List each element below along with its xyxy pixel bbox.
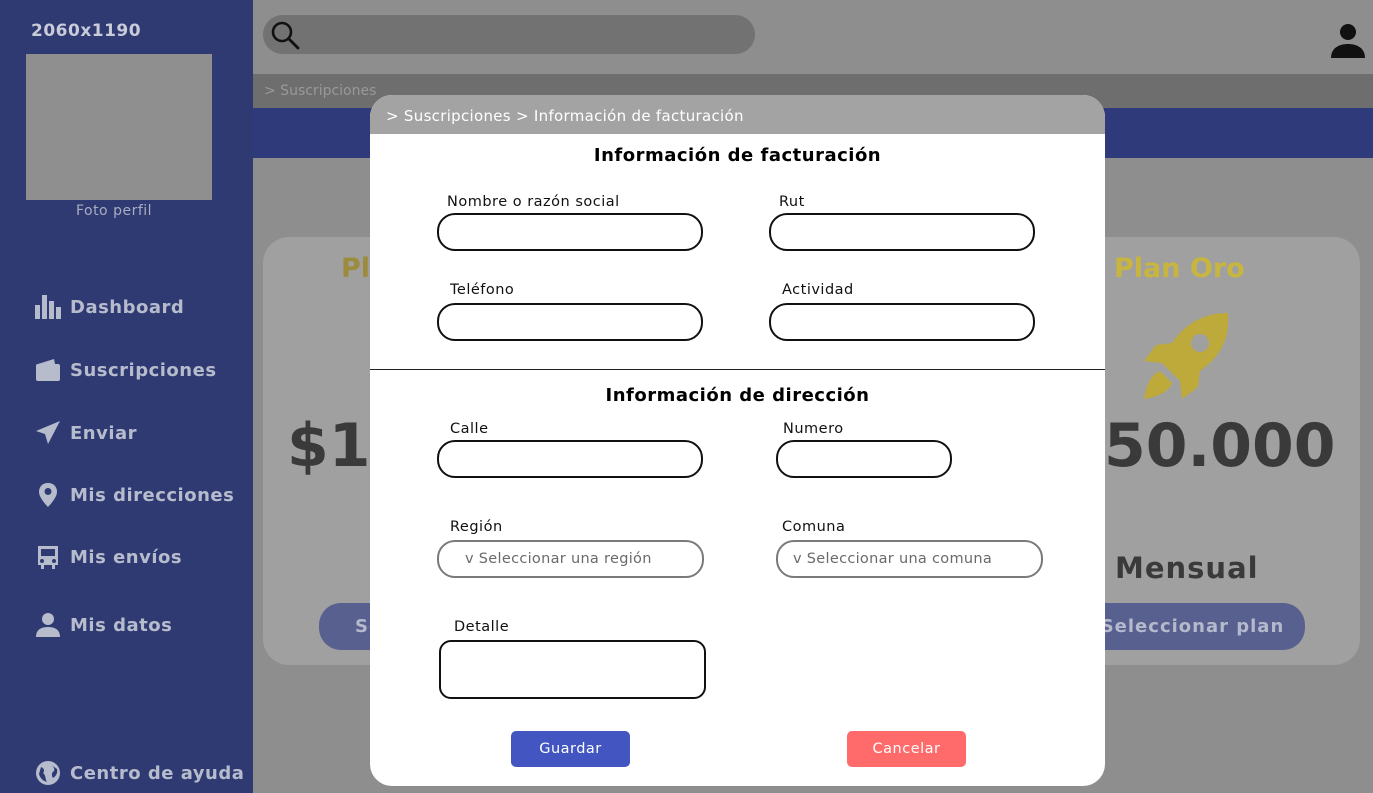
sidebar-item-suscripciones[interactable]: Suscripciones xyxy=(34,356,217,384)
region-label: Región xyxy=(450,519,503,535)
sidebar-item-enviar[interactable]: Enviar xyxy=(34,419,137,447)
address-section-title: Información de dirección xyxy=(605,385,870,406)
billing-modal: > Suscripciones > Información de factura… xyxy=(370,95,1105,786)
modal-breadcrumb-text: > Suscripciones > Información de factura… xyxy=(386,107,744,125)
search-icon xyxy=(271,21,300,50)
profile-photo-label: Foto perfil xyxy=(75,203,153,219)
sidebar-item-mis-datos[interactable]: Mis datos xyxy=(34,611,172,639)
sidebar-item-centro-de-ayuda[interactable]: Centro de ayuda xyxy=(34,759,244,787)
phone-field[interactable] xyxy=(437,303,703,341)
rut-field[interactable] xyxy=(769,213,1035,251)
street-label: Calle xyxy=(450,421,489,437)
commune-select[interactable]: v Seleccionar una comuna xyxy=(776,540,1043,578)
resolution-label: 2060x1190 xyxy=(31,21,142,41)
sidebar-item-label: Mis direcciones xyxy=(70,484,235,506)
number-field[interactable] xyxy=(776,440,952,478)
save-button[interactable]: Guardar xyxy=(511,731,630,767)
plan-name: Plan Oro xyxy=(1114,253,1245,284)
wallet-icon xyxy=(36,359,60,381)
detail-label: Detalle xyxy=(454,619,510,635)
commune-select-value: v Seleccionar una comuna xyxy=(793,551,993,567)
plan-period: Mensual xyxy=(1115,551,1259,585)
region-select-value: v Seleccionar una región xyxy=(465,551,652,567)
modal-breadcrumb: > Suscripciones > Información de factura… xyxy=(370,95,1105,134)
region-select[interactable]: v Seleccionar una región xyxy=(437,540,704,578)
plan-price: 50.000 xyxy=(1104,411,1336,481)
profile-photo[interactable] xyxy=(26,54,212,200)
rut-label: Rut xyxy=(779,194,805,210)
bus-icon xyxy=(38,546,58,569)
plan-card-oro: Plan Oro 50.000 Mensual Seleccionar plan xyxy=(1060,237,1360,665)
search-input[interactable] xyxy=(263,15,755,54)
sidebar-item-dashboard[interactable]: Dashboard xyxy=(34,293,184,321)
cancel-button[interactable]: Cancelar xyxy=(847,731,966,767)
plan-name: Pl xyxy=(341,253,371,284)
activity-field[interactable] xyxy=(769,303,1035,341)
activity-label: Actividad xyxy=(782,282,854,298)
street-field[interactable] xyxy=(437,440,703,478)
sidebar-item-label: Mis datos xyxy=(70,614,173,636)
billing-section-title: Información de facturación xyxy=(593,145,882,166)
sidebar-item-label: Suscripciones xyxy=(70,359,217,381)
detail-field[interactable] xyxy=(439,640,706,699)
sidebar-item-mis-envios[interactable]: Mis envíos xyxy=(34,543,182,571)
sidebar-item-mis-direcciones[interactable]: Mis direcciones xyxy=(34,481,234,509)
sidebar-item-label: Centro de ayuda xyxy=(70,762,245,784)
map-pin-icon xyxy=(39,483,57,507)
section-divider xyxy=(370,369,1105,370)
globe-icon xyxy=(36,761,60,785)
rocket-icon xyxy=(1144,313,1229,399)
commune-label: Comuna xyxy=(782,519,846,535)
sidebar-item-label: Enviar xyxy=(70,422,138,444)
name-field[interactable] xyxy=(437,213,703,251)
breadcrumb-text: > Suscripciones xyxy=(264,83,377,99)
sidebar-item-label: Mis envíos xyxy=(70,546,183,568)
send-icon xyxy=(36,421,60,444)
user-icon xyxy=(36,613,60,637)
topbar xyxy=(253,0,1373,74)
phone-label: Teléfono xyxy=(450,282,515,298)
number-label: Numero xyxy=(783,421,844,437)
name-label: Nombre o razón social xyxy=(447,194,620,210)
user-icon[interactable] xyxy=(1329,22,1367,60)
bar-chart-icon xyxy=(35,295,61,319)
sidebar-item-label: Dashboard xyxy=(70,296,185,318)
select-plan-button[interactable]: Seleccionar plan xyxy=(1080,603,1305,650)
sidebar: 2060x1190 Foto perfil Dashboard Suscripc… xyxy=(0,0,253,793)
